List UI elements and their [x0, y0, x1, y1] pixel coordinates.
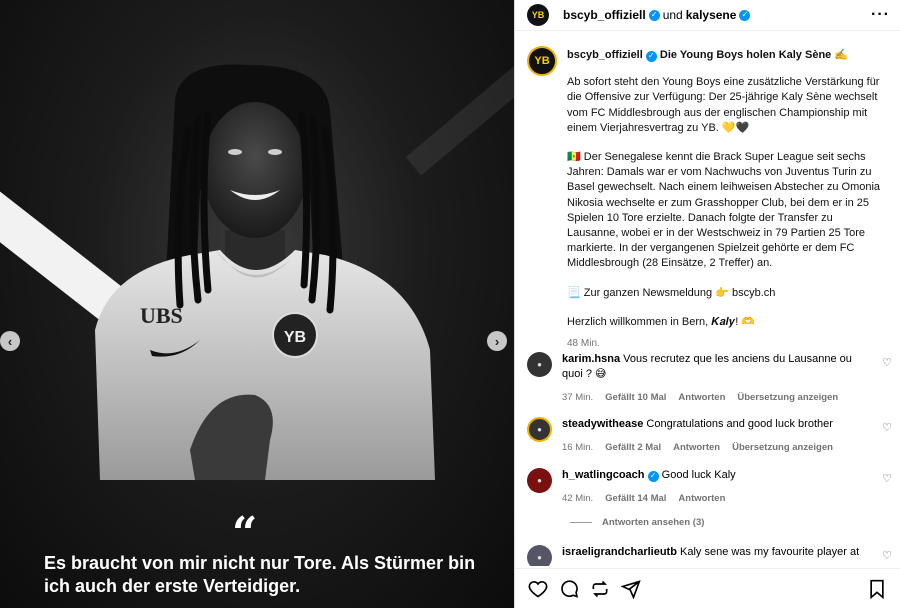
- caption-paragraph: 🇸🇳 Der Senegalese kennt die Brack Super …: [567, 151, 881, 270]
- chevron-left-icon: ‹: [7, 333, 13, 349]
- avatar[interactable]: ●: [527, 545, 552, 566]
- verified-icon: ✓: [647, 470, 659, 482]
- heart-icon[interactable]: ♡: [882, 356, 892, 369]
- bookmark-icon[interactable]: [866, 578, 888, 600]
- post-actions-bar: [515, 568, 900, 608]
- caption-paragraph: Ab sofort steht den Young Boys eine zusä…: [567, 76, 880, 134]
- collaborator-username[interactable]: kalysene: [686, 8, 737, 22]
- heart-icon[interactable]: ♡: [882, 472, 892, 485]
- comment-text: Congratulations and good luck brother: [646, 418, 833, 430]
- author-username[interactable]: bscyb_offiziell: [563, 8, 646, 22]
- caption-paragraph: Herzlich willkommen in Bern, 𝑲𝒂𝒍𝒚! 🫶: [567, 315, 756, 328]
- divider: [570, 522, 592, 523]
- quote-text: Es braucht von mir nicht nur Tore. Als S…: [44, 553, 476, 596]
- heart-icon[interactable]: [527, 578, 549, 600]
- comment-likes[interactable]: Gefällt 10 Mal: [605, 390, 666, 405]
- comment: ● israeligrandcharlieutb Kaly sene was m…: [515, 545, 900, 566]
- shirt-sponsor: UBS: [140, 303, 183, 328]
- reply-button[interactable]: Antworten: [673, 440, 720, 455]
- avatar[interactable]: ●: [527, 468, 552, 493]
- chevron-right-icon: ›: [494, 333, 500, 349]
- comment-likes[interactable]: Gefällt 14 Mal: [605, 491, 666, 506]
- avatar[interactable]: ●: [527, 417, 552, 442]
- comment-likes[interactable]: Gefällt 2 Mal: [605, 440, 661, 455]
- comment-icon[interactable]: [558, 578, 580, 600]
- caption-username[interactable]: bscyb_offiziell: [567, 49, 643, 61]
- share-icon[interactable]: [620, 578, 642, 600]
- player-photo: YB UBS: [95, 64, 435, 480]
- avatar[interactable]: YB: [527, 4, 549, 26]
- collab-connector: und: [662, 8, 683, 22]
- translate-button[interactable]: Übersetzung anzeigen: [732, 440, 833, 455]
- comment-username[interactable]: steadywithease: [562, 418, 643, 430]
- more-options-icon[interactable]: ···: [871, 6, 890, 24]
- comment-text: Kaly sene was my favourite player at: [680, 546, 860, 558]
- quote-mark: “: [232, 508, 258, 559]
- post-caption: YB bscyb_offiziell ✓ Die Young Boys hole…: [515, 36, 900, 351]
- caption-link-line: 📃 Zur ganzen Newsmeldung 👉 bscyb.ch: [567, 286, 776, 299]
- post-media[interactable]: YB UBS “ Es braucht von mir nicht nur To…: [0, 0, 514, 608]
- carousel-next-button[interactable]: ›: [487, 331, 507, 351]
- verified-icon: ✓: [645, 50, 657, 62]
- reply-button[interactable]: Antworten: [678, 390, 725, 405]
- comments-scroll[interactable]: YB bscyb_offiziell ✓ Die Young Boys hole…: [515, 36, 900, 566]
- avatar[interactable]: YB: [527, 46, 557, 76]
- comment: ● steadywithease Congratulations and goo…: [515, 417, 900, 455]
- verified-icon: ✓: [739, 9, 751, 21]
- comment-text: Good luck Kaly: [661, 469, 736, 481]
- post-details-panel: YB bscyb_offiziell ✓ und kalysene ✓ ··· …: [514, 0, 900, 608]
- post-authors: bscyb_offiziell ✓ und kalysene ✓: [563, 8, 751, 22]
- post-header: YB bscyb_offiziell ✓ und kalysene ✓ ···: [515, 0, 900, 31]
- repost-icon[interactable]: [589, 578, 611, 600]
- comment-time[interactable]: 42 Min.: [562, 491, 593, 506]
- verified-icon: ✓: [648, 9, 660, 21]
- comment: ● karim.hsna Vous recrutez que les ancie…: [515, 352, 900, 405]
- heart-icon[interactable]: ♡: [882, 549, 892, 562]
- comment-username[interactable]: karim.hsna: [562, 353, 620, 365]
- avatar[interactable]: ●: [527, 352, 552, 377]
- carousel-prev-button[interactable]: ‹: [0, 331, 20, 351]
- comment-username[interactable]: israeligrandcharlieutb: [562, 546, 677, 558]
- translate-button[interactable]: Übersetzung anzeigen: [737, 390, 838, 405]
- heart-icon[interactable]: ♡: [882, 421, 892, 434]
- post-time[interactable]: 48 Min.: [567, 336, 887, 351]
- reply-button[interactable]: Antworten: [678, 491, 725, 506]
- view-replies-button[interactable]: Antworten ansehen (3): [570, 517, 704, 528]
- comment-time[interactable]: 16 Min.: [562, 440, 593, 455]
- caption-title: Die Young Boys holen Kaly Sène ✍️: [659, 49, 849, 61]
- svg-text:YB: YB: [284, 329, 306, 346]
- comment-time[interactable]: 37 Min.: [562, 390, 593, 405]
- comment-username[interactable]: h_watlingcoach: [562, 469, 645, 481]
- comment: ● h_watlingcoach ✓ Good luck Kaly 42 Min…: [515, 468, 900, 506]
